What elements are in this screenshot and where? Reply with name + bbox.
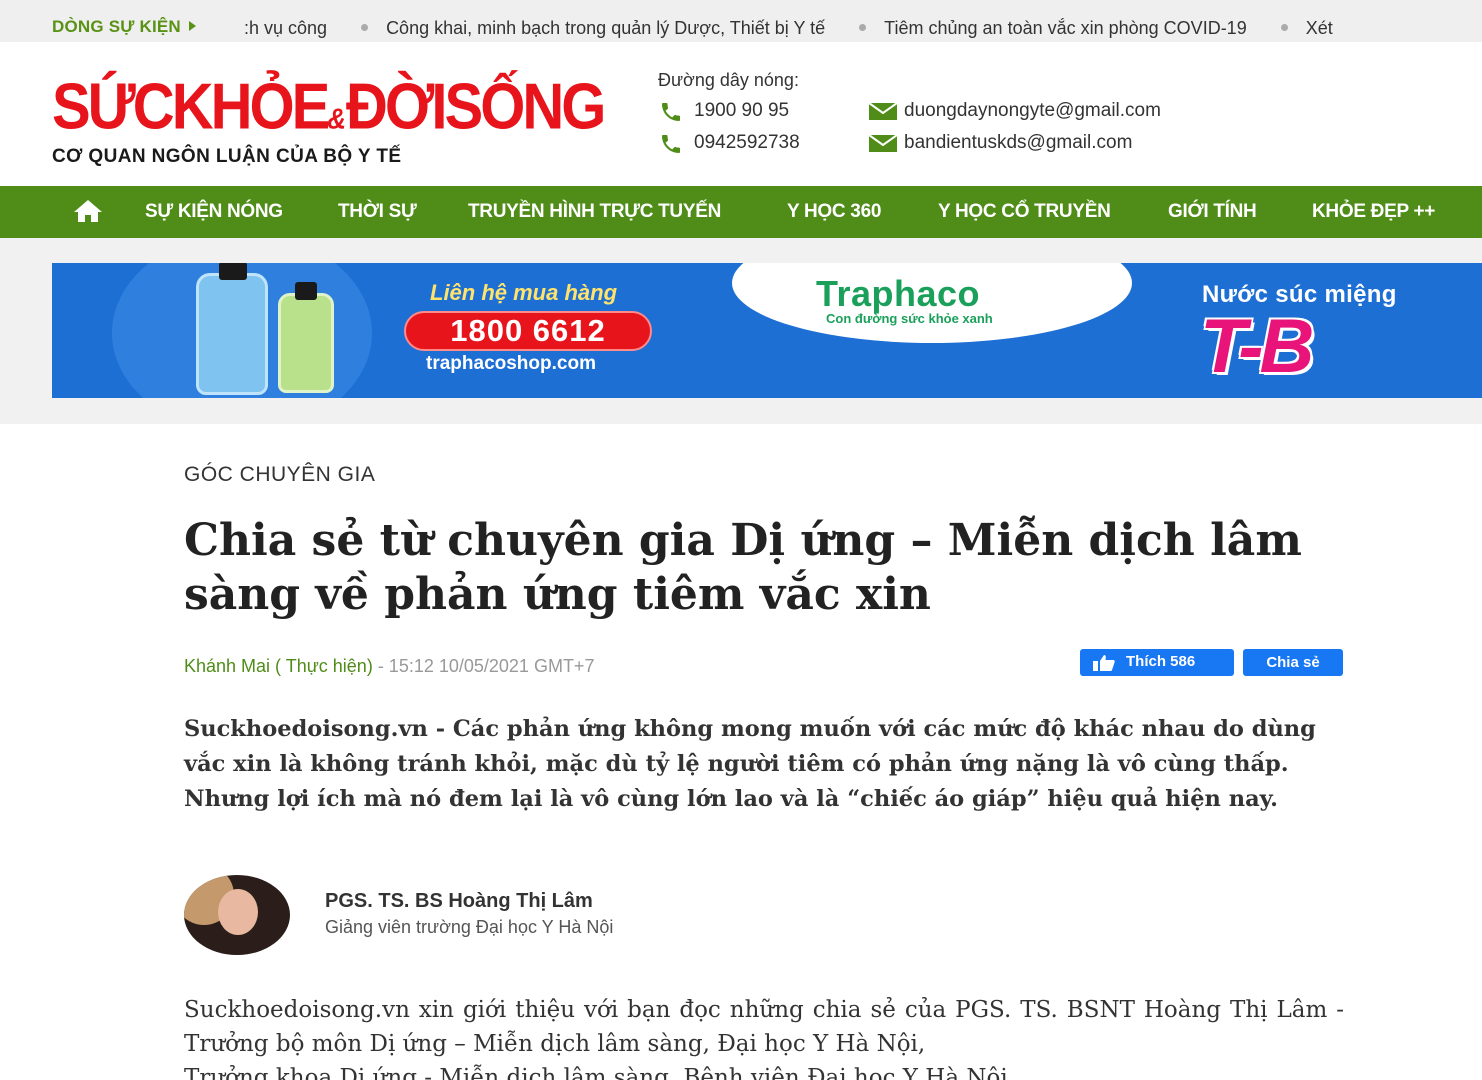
- article-datetime: - 15:12 10/05/2021 GMT+7: [372, 656, 595, 676]
- ad-banner[interactable]: Liên hệ mua hàng 1800 6612 traphacoshop.…: [52, 263, 1482, 398]
- ticker-item[interactable]: Công khai, minh bạch trong quản lý Dược,…: [386, 18, 825, 38]
- logo-wordmark: SỨCKHỎE&ĐỜISỐNG: [52, 70, 606, 143]
- brand-logo: Traphaco: [816, 273, 981, 314]
- facebook-like-button[interactable]: Thích 586: [1080, 649, 1234, 676]
- event-ticker: DÒNG SỰ KIỆN :h vụ công Công khai, minh b…: [0, 0, 1482, 42]
- nav-item-truyen-hinh[interactable]: TRUYỀN HÌNH TRỰC TUYẾN: [468, 201, 721, 223]
- envelope-icon: [868, 134, 898, 152]
- expert-role: Giảng viên trường Đại học Y Hà Nội: [325, 917, 614, 937]
- phone-icon: [662, 103, 680, 121]
- product-logo: T-B: [1200, 304, 1314, 389]
- mouthwash-bottle-image: [196, 263, 268, 395]
- site-logo[interactable]: SỨCKHỎE&ĐỜISỐNG CƠ QUAN NGÔN LUẬN CỦA BỘ…: [52, 70, 606, 167]
- thumbs-up-icon: [1093, 655, 1115, 671]
- ticker-label-text: DÒNG SỰ KIỆN: [52, 17, 181, 36]
- logo-subtitle: CƠ QUAN NGÔN LUẬN CỦA BỘ Y TẾ: [52, 146, 402, 167]
- ad-phone: 1800 6612: [404, 311, 652, 351]
- ticker-item[interactable]: Xét: [1306, 18, 1333, 38]
- nav-item-su-kien-nong[interactable]: SỰ KIỆN NÓNG: [145, 201, 283, 223]
- bullet-icon: [1280, 24, 1288, 31]
- brand-tagline: Con đường sức khỏe xanh: [826, 311, 993, 326]
- ticker-item[interactable]: :h vụ công: [244, 18, 327, 38]
- expert-avatar: [184, 875, 290, 955]
- ad-contact-label: Liên hệ mua hàng: [430, 280, 618, 305]
- article-category[interactable]: GÓC CHUYÊN GIA: [184, 463, 375, 487]
- article-author[interactable]: Khánh Mai ( Thực hiện): [184, 656, 373, 676]
- article-title: Chia sẻ từ chuyên gia Dị ứng – Miễn dịch…: [184, 515, 1302, 620]
- article-body: Suckhoedoisong.vn xin giới thiệu với bạn…: [184, 997, 1344, 1057]
- ad-area: Liên hệ mua hàng 1800 6612 traphacoshop.…: [0, 238, 1482, 424]
- envelope-icon: [868, 102, 898, 120]
- home-icon[interactable]: [72, 198, 104, 224]
- ticker-item[interactable]: Tiêm chủng an toàn vắc xin phòng COVID-1…: [884, 18, 1247, 38]
- ticker-track: :h vụ công Công khai, minh bạch trong quả…: [244, 18, 1482, 40]
- article-body-cut: Trưởng khoa Dị ứng - Miễn dịch lâm sàng,…: [184, 1065, 1008, 1080]
- ticker-label[interactable]: DÒNG SỰ KIỆN: [52, 17, 196, 37]
- ad-url: traphacoshop.com: [426, 353, 596, 374]
- play-arrow-icon: [188, 21, 196, 31]
- nav-item-khoe-dep[interactable]: KHỎE ĐẸP ++: [1312, 201, 1435, 223]
- nav-item-thoi-su[interactable]: THỜI SỰ: [338, 201, 417, 223]
- main-nav: SỰ KIỆN NÓNG THỜI SỰ TRUYỀN HÌNH TRỰC TU…: [0, 186, 1482, 238]
- mouthwash-bottle-image: [278, 282, 334, 393]
- nav-item-gioi-tinh[interactable]: GIỚI TÍNH: [1168, 201, 1257, 223]
- article-sapo: Suckhoedoisong.vn - Các phản ứng không m…: [184, 716, 1316, 812]
- article-meta: Khánh Mai ( Thực hiện) - 15:12 10/05/202…: [184, 656, 594, 677]
- hotline-title: Đường dây nóng:: [658, 70, 799, 90]
- bullet-icon: [361, 24, 369, 31]
- nav-item-y-hoc-360[interactable]: Y HỌC 360: [787, 201, 881, 223]
- bullet-icon: [859, 24, 867, 31]
- site-header: SỨCKHỎE&ĐỜISỐNG CƠ QUAN NGÔN LUẬN CỦA BỘ…: [0, 42, 1482, 186]
- facebook-share-button[interactable]: Chia sẻ: [1243, 649, 1343, 676]
- expert-name: PGS. TS. BS Hoàng Thị Lâm: [325, 890, 593, 912]
- phone-icon: [662, 135, 680, 153]
- nav-item-y-hoc-co-truyen[interactable]: Y HỌC CỔ TRUYỀN: [938, 201, 1111, 223]
